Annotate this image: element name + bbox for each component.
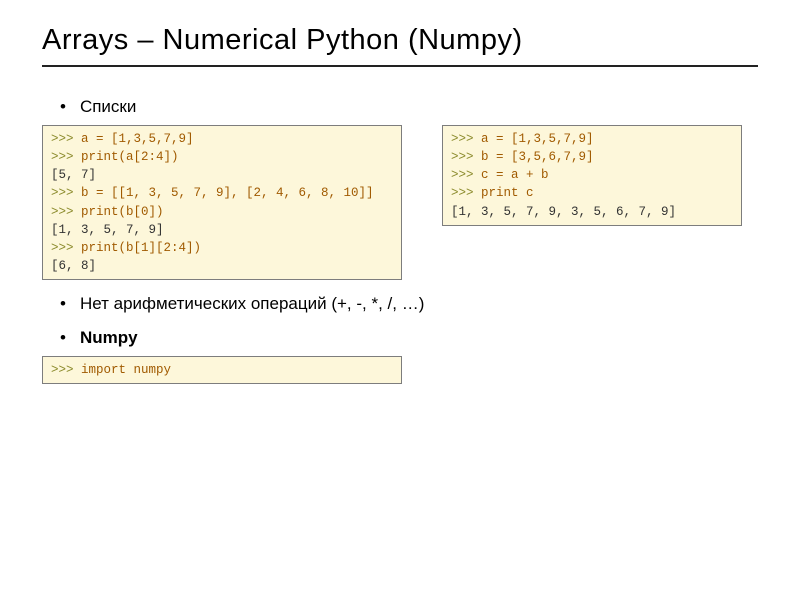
code-line: a = [1,3,5,7,9] [481, 132, 594, 146]
prompt: >>> [51, 132, 81, 146]
code-row: >>> a = [1,3,5,7,9] >>> print(a[2:4]) [5… [42, 125, 758, 280]
prompt: >>> [51, 241, 81, 255]
output-line: [5, 7] [51, 168, 96, 182]
bullet-numpy-label: Numpy [80, 328, 138, 348]
code-line: b = [[1, 3, 5, 7, 9], [2, 4, 6, 8, 10]] [81, 186, 374, 200]
bullet-lists: Списки [60, 97, 758, 117]
code-line: print c [481, 186, 534, 200]
code-box-left: >>> a = [1,3,5,7,9] >>> print(a[2:4]) [5… [42, 125, 402, 280]
code-line: print(b[0]) [81, 205, 164, 219]
prompt: >>> [51, 186, 81, 200]
code-line: print(a[2:4]) [81, 150, 179, 164]
code-box-right: >>> a = [1,3,5,7,9] >>> b = [3,5,6,7,9] … [442, 125, 742, 226]
bullet-lists-label: Списки [80, 97, 136, 117]
bullet-noarith: Нет арифметических операций (+, -, *, /,… [60, 294, 758, 314]
prompt: >>> [451, 168, 481, 182]
output-line: [1, 3, 5, 7, 9, 3, 5, 6, 7, 9] [451, 205, 676, 219]
output-line: [1, 3, 5, 7, 9] [51, 223, 164, 237]
prompt: >>> [51, 363, 81, 377]
code-line: a = [1,3,5,7,9] [81, 132, 194, 146]
code-line: import numpy [81, 363, 171, 377]
title-underline [42, 65, 758, 67]
bullet-numpy: Numpy [60, 328, 758, 348]
prompt: >>> [51, 150, 81, 164]
prompt: >>> [451, 186, 481, 200]
code-line: print(b[1][2:4]) [81, 241, 201, 255]
bullet-noarith-label: Нет арифметических операций (+, -, *, /,… [80, 294, 424, 314]
output-line: [6, 8] [51, 259, 96, 273]
code-line: c = a + b [481, 168, 549, 182]
code-box-import: >>> import numpy [42, 356, 402, 384]
page-title: Arrays – Numerical Python (Numpy) [42, 24, 758, 57]
code-line: b = [3,5,6,7,9] [481, 150, 594, 164]
prompt: >>> [51, 205, 81, 219]
prompt: >>> [451, 150, 481, 164]
prompt: >>> [451, 132, 481, 146]
